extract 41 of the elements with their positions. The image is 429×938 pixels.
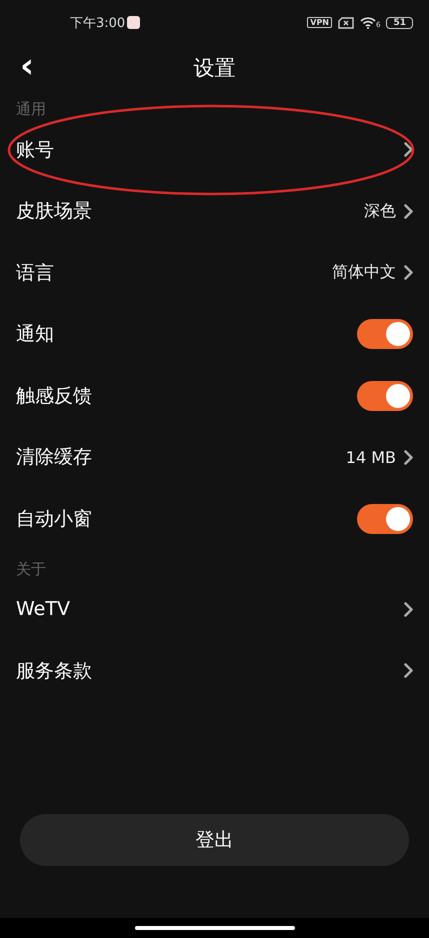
chevron-right-icon <box>404 142 413 158</box>
chevron-right-icon <box>404 450 413 465</box>
row-value: 14 MB <box>346 448 396 467</box>
row-label: WeTV <box>16 598 71 620</box>
row-label: 清除缓存 <box>16 445 93 470</box>
settings-row[interactable]: 语言 简体中文 <box>0 242 429 304</box>
row-label: 自动小窗 <box>16 506 93 532</box>
chevron-right-icon <box>404 204 413 219</box>
settings-row[interactable]: WeTV <box>0 578 429 640</box>
section-header: 关于 <box>15 558 47 578</box>
settings-row[interactable]: 自动小窗 <box>0 488 429 550</box>
clock-time: 下午3:00 <box>70 14 126 32</box>
row-label: 皮肤场景 <box>16 199 93 224</box>
app-notification-icon <box>127 16 140 29</box>
no-sim-icon <box>338 16 354 28</box>
back-button[interactable]: ‹ <box>16 49 38 83</box>
toggle-switch[interactable] <box>357 380 413 411</box>
toggle-switch[interactable] <box>357 319 413 350</box>
row-value: 深色 <box>364 200 396 222</box>
battery-level: 51 <box>386 16 413 28</box>
section-header: 通用 <box>15 99 47 119</box>
row-label: 语言 <box>16 260 55 286</box>
wifi-icon <box>360 16 376 29</box>
row-label: 账号 <box>16 138 55 163</box>
logout-button[interactable]: 登出 <box>20 814 409 866</box>
settings-row[interactable]: 账号 <box>0 119 429 180</box>
vpn-indicator: VPN <box>307 17 332 28</box>
row-label: 触感反馈 <box>16 384 93 409</box>
settings-row[interactable]: 服务条款 <box>0 640 429 702</box>
chevron-right-icon <box>404 265 413 280</box>
row-label: 通知 <box>16 322 55 348</box>
page-title: 设置 <box>194 54 236 82</box>
toggle-switch[interactable] <box>357 504 413 534</box>
chevron-right-icon <box>404 663 413 678</box>
settings-row[interactable]: 皮肤场景 深色 <box>0 180 429 242</box>
settings-row[interactable]: 通知 <box>0 304 429 365</box>
row-label: 服务条款 <box>16 658 93 684</box>
chevron-right-icon <box>404 602 413 617</box>
row-value: 简体中文 <box>332 262 396 284</box>
settings-row[interactable]: 清除缓存 14 MB <box>0 426 429 488</box>
settings-row[interactable]: 触感反馈 <box>0 365 429 426</box>
